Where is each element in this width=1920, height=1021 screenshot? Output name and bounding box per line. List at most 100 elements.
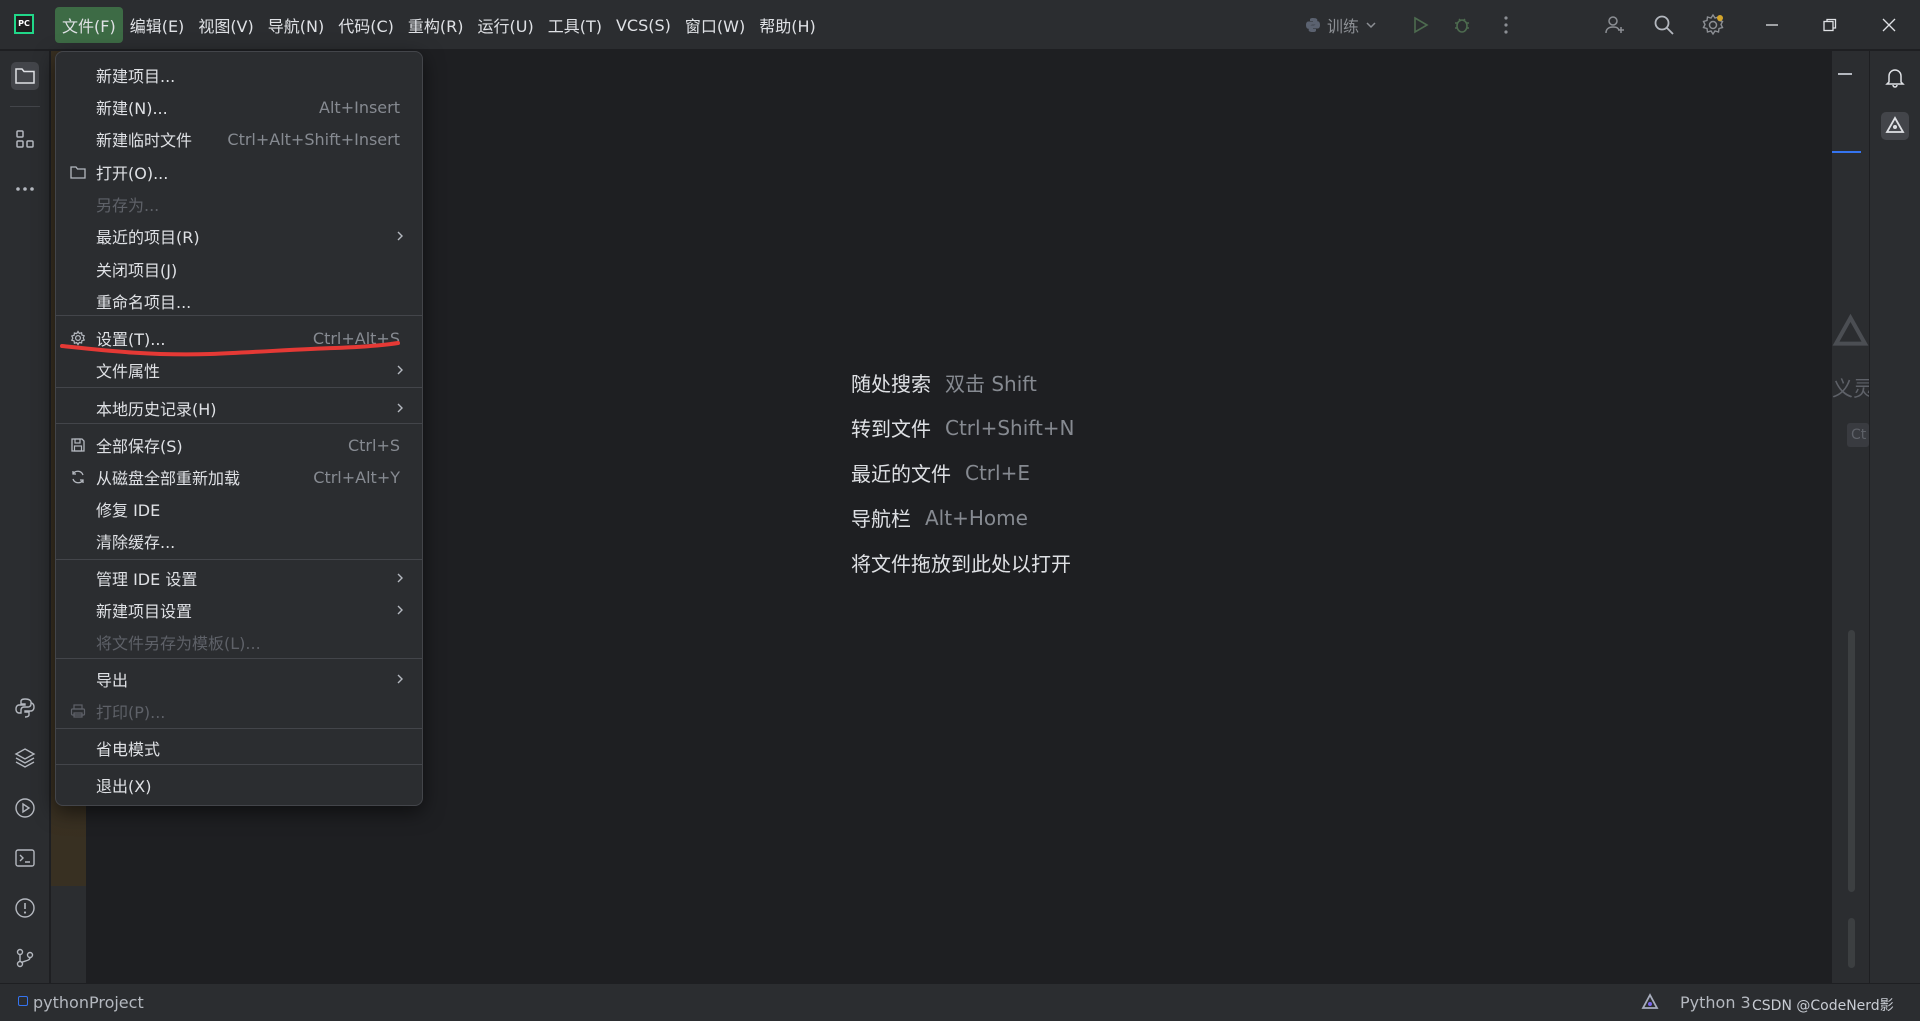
menu-separator [56, 728, 422, 729]
file-menu-item-label: 打开(O)... [96, 164, 169, 183]
menu-item-0[interactable]: 文件(F) [55, 7, 123, 43]
pycharm-logo-icon[interactable]: PC [14, 14, 34, 34]
file-menu-item-1[interactable]: 新建(N)... Alt+Insert [56, 92, 422, 122]
file-menu-item-shortcut: Alt+Insert [319, 97, 400, 117]
bell-icon[interactable] [1881, 63, 1909, 91]
restore-icon[interactable] [1818, 13, 1842, 37]
title-bar: PC 文件(F) 编辑(E) 视图(V) 导航(N) 代码(C) 重构(R) 运行(U) 工具… [0, 0, 1920, 50]
settings-icon[interactable] [1701, 13, 1725, 37]
chevron-right-icon [396, 601, 404, 620]
close-icon[interactable] [1877, 13, 1901, 37]
file-menu-item-18[interactable]: 导出 [56, 664, 422, 694]
menu-separator [56, 387, 422, 388]
file-menu-item-label: 关闭项目(J) [96, 261, 178, 280]
ai-assistant-icon[interactable] [1881, 112, 1909, 140]
chevron-right-icon [396, 399, 404, 418]
file-menu-dropdown: 新建项目... 新建(N)... Alt+Insert 新建临时文件 Ctrl+Alt+… [55, 51, 423, 806]
file-menu-item-label: 新建项目... [96, 67, 176, 86]
hint-label: 随处搜索 [851, 372, 931, 396]
status-interpreter[interactable]: Python 3 [1680, 993, 1751, 1012]
add-user-icon[interactable] [1603, 13, 1627, 37]
editor-hint-4: 将文件拖放到此处以打开 [851, 540, 1085, 585]
services-icon[interactable] [11, 794, 39, 822]
menu-item-4[interactable]: 代码(C) [331, 7, 401, 43]
structure-icon[interactable] [11, 125, 39, 153]
scrollbar-thumb[interactable] [1848, 630, 1855, 892]
terminal-icon[interactable] [11, 844, 39, 872]
file-menu-item-5[interactable]: 最近的项目(R) [56, 221, 422, 251]
right-tool-strip [1869, 51, 1920, 983]
python-console-icon[interactable] [11, 694, 39, 722]
file-menu-item-13[interactable]: 修复 IDE [56, 494, 422, 524]
file-menu-item-label: 导出 [96, 671, 129, 690]
run-configuration-selector[interactable]: 训练 [1305, 13, 1377, 37]
menu-item-7[interactable]: 工具(T) [541, 7, 609, 43]
file-menu-item-label: 从磁盘全部重新加载 [96, 469, 241, 488]
editor-hint-1: 转到文件 Ctrl+Shift+N [851, 405, 1085, 450]
file-menu-item-11[interactable]: 全部保存(S) Ctrl+S [56, 430, 422, 460]
scrollbar-thumb-lower[interactable] [1848, 918, 1855, 968]
menu-item-6[interactable]: 运行(U) [471, 7, 541, 43]
minimize-icon[interactable] [1760, 13, 1784, 37]
right-panel-partial-text: 义灵 [1832, 377, 1869, 399]
file-menu-item-label: 最近的项目(R) [96, 228, 200, 247]
file-menu-item-15[interactable]: 管理 IDE 设置 [56, 563, 422, 593]
file-menu-item-16[interactable]: 新建项目设置 [56, 595, 422, 625]
menu-item-8[interactable]: VCS(S) [609, 7, 678, 43]
folder-icon[interactable] [11, 62, 39, 90]
layers-icon[interactable] [11, 744, 39, 772]
file-menu-item-label: 修复 IDE [96, 501, 161, 520]
folder-icon [70, 164, 86, 180]
hint-label: 导航栏 [851, 507, 911, 531]
menu-item-5[interactable]: 重构(R) [401, 7, 471, 43]
more-vertical-icon[interactable] [1494, 13, 1518, 37]
search-icon[interactable] [1652, 13, 1676, 37]
file-menu-item-shortcut: Ctrl+S [347, 435, 400, 455]
editor-hint-2: 最近的文件 Ctrl+E [851, 450, 1085, 495]
python-icon [1306, 18, 1320, 32]
editor-hint-3: 导航栏 Alt+Home [851, 495, 1085, 540]
menu-item-9[interactable]: 窗口(W) [678, 7, 752, 43]
chevron-right-icon [396, 670, 404, 689]
file-menu-item-17: 将文件另存为模板(L)... [56, 627, 422, 657]
file-menu-item-4: 另存为... [56, 189, 422, 219]
menu-separator [56, 315, 422, 316]
file-menu-item-21[interactable]: 退出(X) [56, 770, 422, 800]
menu-item-3[interactable]: 导航(N) [261, 7, 331, 43]
file-menu-item-label: 新建临时文件 [96, 131, 193, 150]
file-menu-item-label: 管理 IDE 设置 [96, 570, 198, 589]
run-config-label: 训练 [1327, 17, 1360, 36]
file-menu-item-19: 打印(P)... [56, 696, 422, 726]
file-menu-item-14[interactable]: 清除缓存... [56, 526, 422, 556]
menu-item-10[interactable]: 帮助(H) [752, 7, 823, 43]
git-icon[interactable] [11, 944, 39, 972]
debug-icon[interactable] [1450, 13, 1474, 37]
file-menu-item-7[interactable]: 重命名项目... [56, 286, 422, 316]
left-tool-strip [0, 51, 50, 983]
file-menu-item-0[interactable]: 新建项目... [56, 60, 422, 90]
more-horizontal-icon[interactable] [11, 175, 39, 203]
problems-icon[interactable] [11, 894, 39, 922]
reload-icon [70, 469, 86, 485]
hint-label: 最近的文件 [851, 462, 951, 486]
menu-item-1[interactable]: 编辑(E) [123, 7, 192, 43]
file-menu-item-label: 本地历史记录(H) [96, 400, 217, 419]
strip-divider [10, 106, 40, 107]
file-menu-item-2[interactable]: 新建临时文件 Ctrl+Alt+Shift+Insert [56, 124, 422, 154]
file-menu-item-6[interactable]: 关闭项目(J) [56, 254, 422, 284]
file-menu-item-12[interactable]: 从磁盘全部重新加载 Ctrl+Alt+Y [56, 462, 422, 492]
menu-bar: 文件(F) 编辑(E) 视图(V) 导航(N) 代码(C) 重构(R) 运行(U) 工具(T)… [55, 0, 823, 50]
red-underline-annotation [60, 341, 400, 357]
hint-shortcut: Ctrl+E [965, 460, 1030, 485]
ai-status-icon[interactable] [1640, 993, 1660, 1013]
file-menu-item-20[interactable]: 省电模式 [56, 733, 422, 763]
run-icon[interactable] [1408, 13, 1432, 37]
file-menu-item-shortcut: Ctrl+Alt+Shift+Insert [227, 129, 400, 149]
file-menu-item-10[interactable]: 本地历史记录(H) [56, 393, 422, 423]
menu-separator [56, 764, 422, 765]
file-menu-item-3[interactable]: 打开(O)... [56, 157, 422, 187]
panel-minimize-icon[interactable] [1838, 73, 1852, 75]
status-project-name[interactable]: pythonProject [33, 993, 144, 1012]
menu-item-2[interactable]: 视图(V) [191, 7, 260, 43]
file-menu-item-label: 重命名项目... [96, 293, 192, 312]
